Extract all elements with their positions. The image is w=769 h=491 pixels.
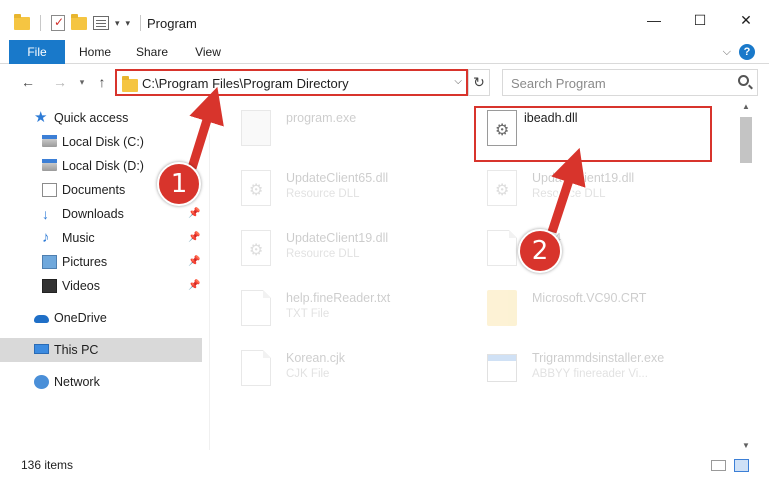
arrow-2-fill [547, 147, 586, 234]
step-badge-1: 1 [157, 162, 201, 206]
step-badge-2: 2 [518, 229, 562, 273]
annotation-arrows [185, 86, 586, 235]
arrow-1-fill [187, 86, 224, 170]
